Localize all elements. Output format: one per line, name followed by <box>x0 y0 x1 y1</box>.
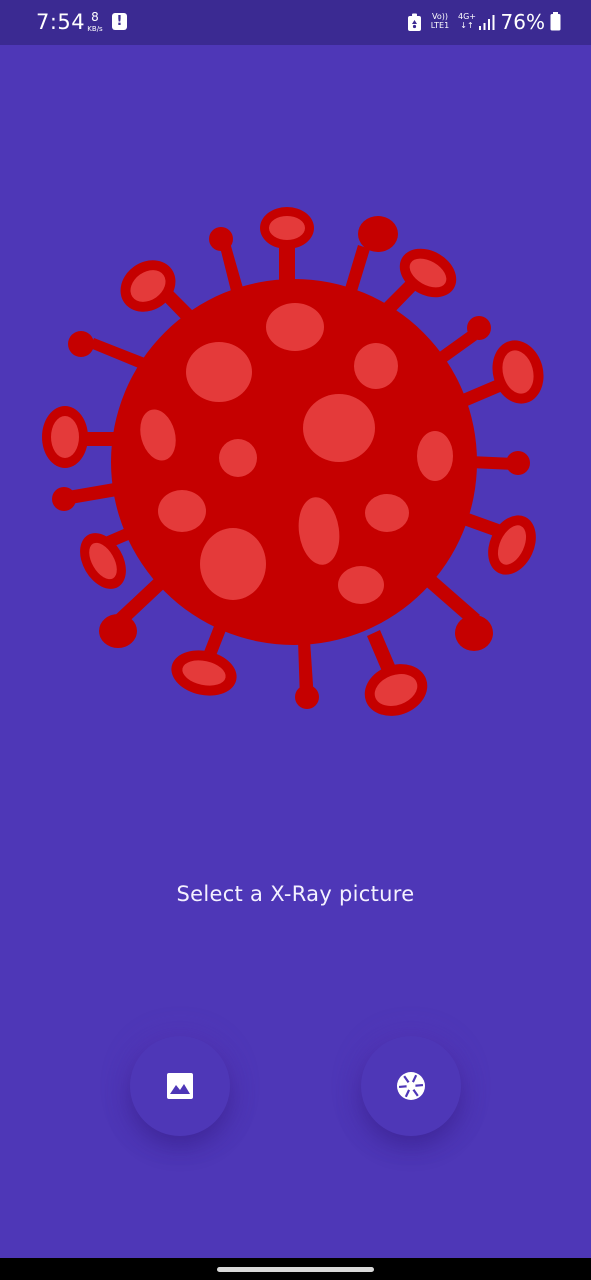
network-type-label: 4G+ <box>458 12 476 21</box>
network-speed-value: 8 <box>91 10 99 24</box>
virus-illustration <box>42 207 544 716</box>
alert-notification-icon: ! <box>112 13 127 30</box>
camera-button[interactable] <box>361 1036 461 1136</box>
image-icon <box>167 1073 193 1099</box>
status-time: 7:54 <box>36 10 86 34</box>
status-bar: 7:54 8 KB/s ! Vo)) LTE1 4G+ ↓↑ 76% <box>0 0 591 45</box>
volte-indicator: Vo)) LTE1 <box>427 12 453 30</box>
battery-percentage: 76% <box>500 10 545 34</box>
select-xray-caption: Select a X-Ray picture <box>176 882 415 906</box>
network-speed-indicator: 8 KB/s <box>84 10 106 34</box>
network-type-indicator: 4G+ ↓↑ <box>457 12 477 30</box>
network-speed-unit: KB/s <box>87 25 103 33</box>
battery-icon <box>550 12 561 31</box>
data-activity-arrows: ↓↑ <box>460 21 474 30</box>
lte-label: LTE1 <box>430 21 450 30</box>
signal-strength-icon <box>479 15 495 30</box>
volte-label: Vo)) <box>432 12 448 21</box>
camera-shutter-icon <box>397 1072 425 1100</box>
gallery-button[interactable] <box>130 1036 230 1136</box>
battery-saver-icon <box>408 13 421 31</box>
navigation-bar <box>0 1258 591 1280</box>
home-gesture-handle[interactable] <box>217 1267 374 1272</box>
